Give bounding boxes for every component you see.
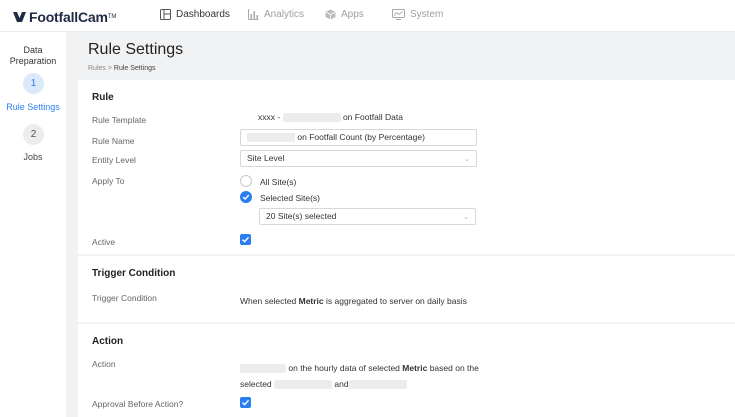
breadcrumb: Rules > Rule Settings xyxy=(88,65,183,72)
trigger-card: Trigger Condition Trigger Condition When… xyxy=(78,256,735,322)
steps-sidebar: Data Preparation 1 Rule Settings 2 Jobs xyxy=(0,32,66,417)
monitor-icon xyxy=(392,9,405,20)
step-1-label[interactable]: Rule Settings xyxy=(0,102,66,112)
nav-analytics-label: Analytics xyxy=(264,9,305,20)
all-sites-label[interactable]: All Site(s) xyxy=(260,177,296,187)
redacted-text xyxy=(348,380,407,390)
rule-template-label: Rule Template xyxy=(92,115,147,125)
rule-name-suffix: on Footfall Count (by Percentage) xyxy=(297,132,425,142)
all-sites-radio[interactable] xyxy=(240,175,252,187)
footfallcam-logo-icon xyxy=(13,12,26,22)
rule-heading: Rule xyxy=(92,92,114,103)
steps-title: Data Preparation xyxy=(9,45,57,66)
nav-apps[interactable]: Apps xyxy=(325,9,364,20)
trigger-condition-label: Trigger Condition xyxy=(92,293,157,303)
step-2-label[interactable]: Jobs xyxy=(0,152,66,162)
approval-checkbox[interactable] xyxy=(240,397,251,408)
rule-name-input[interactable]: on Footfall Count (by Percentage) xyxy=(240,129,477,146)
sites-select[interactable]: 20 Site(s) selected ⌄ xyxy=(259,208,476,225)
sites-select-value: 20 Site(s) selected xyxy=(266,211,337,221)
nav-analytics[interactable]: Analytics xyxy=(248,9,304,20)
logo-text: FootfallCam xyxy=(29,9,108,25)
nav-dashboards-label: Dashboards xyxy=(176,9,230,20)
rule-template-suffix: on Footfall Data xyxy=(342,112,403,122)
action-metric: Metric xyxy=(402,363,428,373)
trigger-metric: Metric xyxy=(298,296,324,306)
check-icon xyxy=(242,236,250,243)
trigger-condition-text: When selected Metric is aggregated to se… xyxy=(240,296,467,306)
top-navigation-bar: FootfallCamTM Dashboards Analytics Apps xyxy=(0,0,735,32)
footfallcam-logo[interactable]: FootfallCam TM xyxy=(13,9,116,25)
page-header: Rule Settings Rules > Rule Settings xyxy=(88,41,183,72)
action-line2-and: and xyxy=(334,379,349,389)
trigger-text-after: is aggregated to server on daily basis xyxy=(326,296,467,306)
chevron-down-icon: ⌄ xyxy=(463,214,469,221)
chevron-down-icon: ⌄ xyxy=(464,156,470,163)
redacted-text xyxy=(240,364,286,374)
rule-card: Rule Rule Template xxxx - on Footfall Da… xyxy=(78,80,735,254)
trigger-text-before: When selected xyxy=(240,296,297,306)
step-2-number[interactable]: 2 xyxy=(23,124,44,145)
trigger-heading: Trigger Condition xyxy=(92,268,176,279)
step-1-number[interactable]: 1 xyxy=(23,73,44,94)
active-checkbox[interactable] xyxy=(240,234,251,245)
redacted-text xyxy=(282,113,341,123)
check-icon xyxy=(242,399,250,406)
entity-level-label: Entity Level xyxy=(92,155,136,165)
selected-sites-radio[interactable] xyxy=(240,191,252,203)
action-line1-before: on the hourly data of selected xyxy=(288,363,400,373)
redacted-text xyxy=(274,380,333,390)
main-content: Rule Settings Rules > Rule Settings Rule… xyxy=(66,32,735,417)
bar-chart-icon xyxy=(248,9,259,20)
approval-label: Approval Before Action? xyxy=(92,399,184,409)
nav-dashboards[interactable]: Dashboards xyxy=(160,9,230,20)
action-line2-before: selected xyxy=(240,379,272,389)
nav-system-label: System xyxy=(410,9,444,20)
rule-name-label: Rule Name xyxy=(92,136,135,146)
redacted-text xyxy=(247,133,295,143)
rule-template-prefix: xxxx - xyxy=(258,112,281,122)
action-line-2: selected and xyxy=(240,379,407,390)
dashboard-icon xyxy=(160,9,171,20)
logo-trademark: TM xyxy=(107,14,117,20)
apply-to-label: Apply To xyxy=(92,176,125,186)
rule-template-value: xxxx - on Footfall Data xyxy=(258,112,403,123)
page-title: Rule Settings xyxy=(88,41,184,58)
action-label: Action xyxy=(92,359,116,369)
entity-level-value: Site Level xyxy=(247,153,285,163)
nav-apps-label: Apps xyxy=(341,9,364,20)
cube-icon xyxy=(325,9,336,20)
breadcrumb-current: Rule Settings xyxy=(113,65,156,72)
check-icon xyxy=(242,194,250,200)
active-label: Active xyxy=(92,237,116,247)
action-line1-after: based on the xyxy=(429,363,479,373)
selected-sites-label[interactable]: Selected Site(s) xyxy=(260,193,320,203)
action-line-1: on the hourly data of selected Metric ba… xyxy=(240,363,479,374)
action-heading: Action xyxy=(92,336,124,347)
entity-level-select[interactable]: Site Level ⌄ xyxy=(240,150,477,167)
action-card: Action Action on the hourly data of sele… xyxy=(78,324,735,417)
nav-system[interactable]: System xyxy=(392,9,443,20)
breadcrumb-separator: > xyxy=(107,65,112,72)
breadcrumb-rules[interactable]: Rules xyxy=(88,65,106,72)
